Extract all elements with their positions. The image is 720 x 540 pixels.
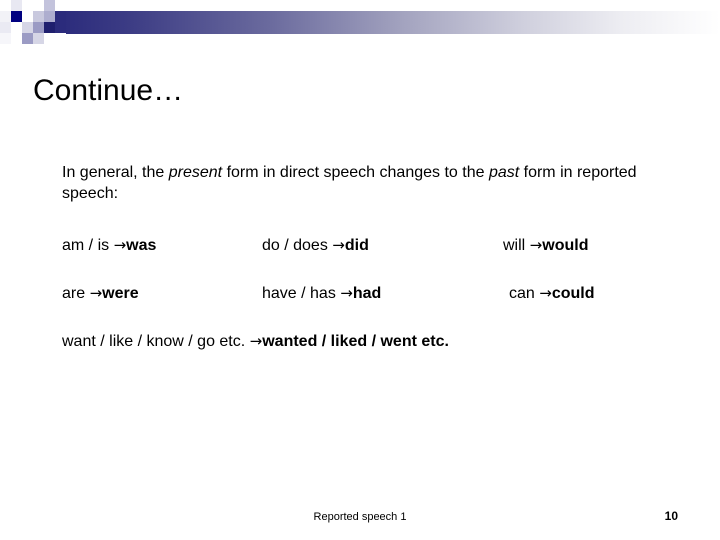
verb-cell-will: will →would bbox=[503, 234, 588, 257]
mosaic-tile bbox=[22, 22, 33, 33]
mosaic-tile bbox=[0, 0, 11, 11]
verb-target: were bbox=[102, 285, 139, 302]
arrow-icon: → bbox=[89, 284, 103, 302]
regular-verbs-line: want / like / know / go etc. →wanted / l… bbox=[62, 330, 449, 353]
arrow-icon: → bbox=[113, 236, 127, 254]
mosaic-tile bbox=[0, 33, 11, 44]
verb-row-1: am / is →was do / does →did will →would bbox=[0, 234, 720, 256]
verb-source: have / has bbox=[262, 285, 341, 302]
mosaic-tile bbox=[11, 33, 22, 44]
slide-canvas: Continue… In general, the present form i… bbox=[0, 0, 720, 540]
mosaic-tile bbox=[11, 11, 22, 22]
intro-emphasis-present: present bbox=[168, 164, 223, 181]
verb-target: did bbox=[344, 237, 369, 254]
mosaic-tile bbox=[33, 33, 44, 44]
intro-text-part-2: form in direct speech changes to the bbox=[222, 164, 489, 181]
verb-cell-do-does: do / does →did bbox=[262, 234, 369, 257]
mosaic-tile bbox=[22, 33, 33, 44]
mosaic-tile bbox=[44, 11, 55, 22]
mosaic-tile bbox=[55, 33, 66, 44]
slide-footer-text: Reported speech 1 bbox=[313, 511, 407, 523]
arrow-icon: → bbox=[539, 284, 552, 302]
verb-cell-am-is: am / is →was bbox=[62, 234, 156, 257]
verb-target: was bbox=[126, 237, 157, 254]
mosaic-tile bbox=[11, 22, 22, 33]
mosaic-tile bbox=[44, 0, 55, 11]
gradient-bar bbox=[60, 11, 720, 34]
verb-cell-can: can →could bbox=[509, 282, 595, 305]
verb-target: could bbox=[551, 285, 595, 302]
verb-target: would bbox=[542, 237, 589, 254]
intro-text-part-1: In general, the bbox=[62, 164, 169, 181]
slide-header-decoration bbox=[0, 0, 720, 50]
slide-page-number: 10 bbox=[664, 509, 678, 523]
mosaic-tile bbox=[33, 11, 44, 22]
verb-source: are bbox=[62, 285, 90, 302]
mosaic-tile bbox=[11, 0, 22, 11]
arrow-icon: → bbox=[332, 236, 345, 254]
arrow-icon: → bbox=[249, 332, 263, 350]
verb-target: wanted / liked / went etc. bbox=[262, 333, 449, 350]
mosaic-tile bbox=[33, 0, 44, 11]
arrow-icon: → bbox=[340, 284, 353, 302]
verb-source: want / like / know / go etc. bbox=[62, 333, 250, 350]
arrow-icon: → bbox=[529, 236, 543, 254]
verb-source: can bbox=[509, 285, 540, 302]
mosaic-tile bbox=[44, 33, 55, 44]
mosaic-tile bbox=[55, 22, 66, 33]
mosaic-tile bbox=[22, 0, 33, 11]
verb-source: am / is bbox=[62, 237, 114, 254]
mosaic-tile bbox=[0, 22, 11, 33]
verb-target: had bbox=[352, 285, 382, 302]
verb-source: do / does bbox=[262, 237, 333, 254]
slide-title: Continue… bbox=[33, 74, 184, 107]
intro-paragraph: In general, the present form in direct s… bbox=[62, 162, 648, 204]
mosaic-tile bbox=[44, 22, 55, 33]
mosaic-tile bbox=[22, 11, 33, 22]
intro-emphasis-past: past bbox=[488, 164, 520, 181]
verb-row-2: are →were have / has →had can →could bbox=[0, 282, 720, 304]
verb-source: will bbox=[503, 237, 530, 254]
mosaic-tile bbox=[0, 11, 11, 22]
verb-cell-have-has: have / has →had bbox=[262, 282, 381, 305]
mosaic-tile bbox=[55, 0, 66, 11]
mosaic-tile bbox=[55, 11, 66, 22]
mosaic-tile bbox=[33, 22, 44, 33]
verb-cell-are: are →were bbox=[62, 282, 139, 305]
